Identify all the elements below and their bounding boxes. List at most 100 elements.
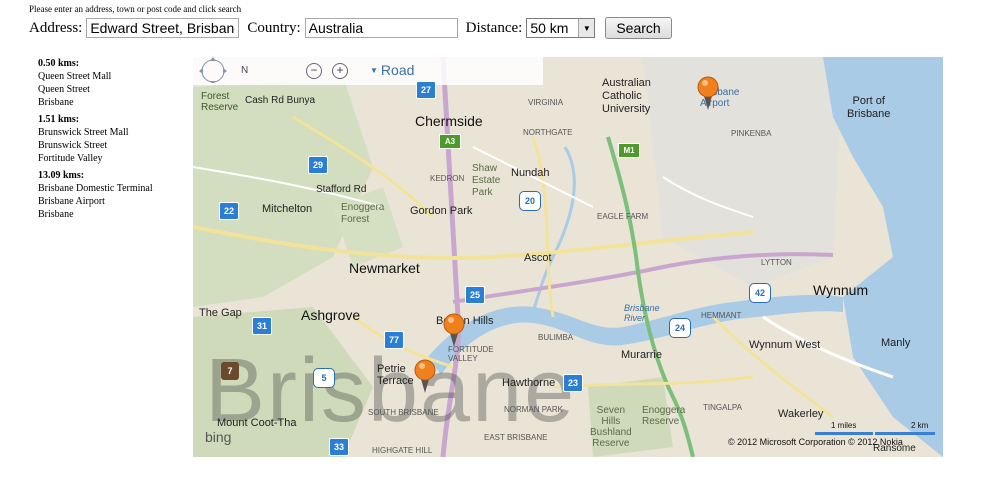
address-label: Address: [29, 19, 83, 36]
route-shield: 25 [465, 286, 485, 304]
map-label: EAST BRISBANE [484, 433, 548, 442]
map-label: TINGALPA [703, 403, 742, 412]
route-hex: 24 [669, 318, 691, 338]
map-label: LYTTON [761, 258, 792, 267]
zoom-out-button[interactable]: − [306, 63, 322, 79]
list-item: 13.09 kms: Brisbane Domestic Terminal Br… [38, 169, 188, 221]
route-shield: 22 [219, 202, 239, 220]
map-scale: 1 miles 2 km [815, 421, 935, 437]
triangle-down-icon: ▼ [370, 66, 378, 75]
map-label: NORTHGATE [523, 128, 573, 137]
list-item: 0.50 kms: Queen Street Mall Queen Street… [38, 57, 188, 109]
map-label: Seven Hills Bushland Reserve [590, 405, 632, 449]
result-line: Brunswick Street [38, 140, 108, 151]
distance-select[interactable]: 50 km ▼ [526, 18, 596, 38]
map-label: Cash Rd Bunya [245, 95, 316, 106]
route-shield: 29 [308, 156, 328, 174]
map-copyright: © 2012 Microsoft Corporation © 2012 Noki… [728, 437, 903, 447]
result-line: Queen Street Mall [38, 71, 112, 82]
map-label: Ascot [524, 252, 552, 264]
scale-miles-label: 1 miles [831, 421, 857, 430]
instructions-text: Please enter an address, town or post co… [29, 4, 242, 14]
map-label: Shaw Estate Park [472, 163, 501, 198]
map-label: Wynnum [813, 282, 869, 298]
compass-icon[interactable] [193, 57, 233, 83]
motorway-badge: A3 [439, 134, 461, 149]
map-label: Newmarket [349, 260, 420, 276]
map-label: Mount Coot-Tha [217, 417, 297, 429]
address-input[interactable] [86, 18, 240, 38]
route-shield: 23 [563, 374, 583, 392]
map-label: HEMMANT [701, 311, 742, 320]
result-line: Brisbane [38, 209, 74, 220]
route-hex: 42 [749, 283, 771, 303]
zoom-in-button[interactable]: + [332, 63, 348, 79]
map-label: Nundah [511, 167, 550, 179]
map-label: Stafford Rd [316, 184, 367, 195]
scale-bar-miles [815, 432, 873, 435]
route-shield: 31 [252, 317, 272, 335]
motorway-badge: M1 [618, 143, 640, 158]
result-distance: 0.50 kms: [38, 58, 80, 69]
scale-km-label: 2 km [911, 421, 929, 430]
result-line: Brisbane Domestic Terminal [38, 183, 153, 194]
search-form: Address: Country: Distance: 50 km ▼ Sear… [29, 15, 672, 41]
map-label: PINKENBA [731, 129, 772, 138]
compass-label: N [241, 65, 249, 76]
map-label: Wakerley [778, 408, 824, 420]
map-canvas[interactable]: N − + ▼ Road Brisbane Forest Reserve Cash… [193, 57, 943, 457]
location-pin-icon[interactable] [697, 76, 719, 110]
map-label: Enoggera Forest [341, 202, 385, 225]
route-hex: 5 [313, 368, 335, 388]
list-item: 1.51 kms: Brunswick Street Mall Brunswic… [38, 113, 188, 165]
map-label: Murarrie [621, 349, 662, 361]
map-label: VIRGINIA [528, 98, 564, 107]
map-label: Wynnum West [749, 339, 821, 351]
distance-label: Distance: [465, 19, 523, 36]
map-label: Chermside [415, 113, 483, 129]
map-label: Australian Catholic University [602, 77, 651, 115]
search-button[interactable]: Search [605, 17, 672, 39]
bing-logo: bing [205, 429, 232, 445]
map-label: The Gap [199, 307, 242, 319]
map-label: Gordon Park [410, 205, 473, 217]
result-line: Brisbane Airport [38, 196, 105, 207]
result-distance: 13.09 kms: [38, 170, 85, 181]
results-list: 0.50 kms: Queen Street Mall Queen Street… [38, 57, 188, 225]
chevron-down-icon[interactable]: ▼ [578, 19, 595, 37]
map-label: Enoggera Reserve [642, 405, 686, 427]
location-pin-icon[interactable] [443, 313, 465, 347]
map-label: Mitchelton [262, 203, 313, 215]
map-label: Petrie Terrace [377, 363, 414, 387]
location-pin-icon[interactable] [414, 359, 436, 393]
result-distance: 1.51 kms: [38, 114, 80, 125]
map-label: Manly [881, 337, 911, 349]
country-label: Country: [247, 19, 301, 36]
map-label: Port of Brisbane [847, 95, 891, 120]
map-label: Ashgrove [301, 307, 361, 323]
map-label: KEDRON [430, 174, 465, 183]
route-shield: 77 [384, 331, 404, 349]
map-label: Forest Reserve [201, 91, 239, 113]
map-label: Brisbane River [624, 303, 660, 323]
map-label: Hawthorne [502, 377, 556, 389]
result-line: Fortitude Valley [38, 153, 103, 164]
map-toolbar: N − + ▼ Road [193, 57, 543, 85]
result-line: Queen Street [38, 84, 90, 95]
park-badge: 7 [221, 362, 239, 380]
route-shield: 27 [416, 81, 436, 99]
result-line: Brisbane [38, 97, 74, 108]
map-style-select[interactable]: ▼ Road [370, 62, 414, 78]
map-label: BULIMBA [538, 333, 574, 342]
scale-bar-km [875, 432, 935, 435]
map-label: SOUTH BRISBANE [368, 408, 439, 417]
route-hex: 20 [519, 191, 541, 211]
map-label: EAGLE FARM [597, 212, 649, 221]
distance-select-value: 50 km [530, 20, 569, 36]
country-input[interactable] [304, 18, 458, 38]
result-line: Brunswick Street Mall [38, 127, 129, 138]
map-style-label: Road [380, 62, 415, 78]
map-label: NORMAN PARK [504, 405, 563, 414]
route-shield: 33 [329, 438, 349, 456]
map-label: FORTITUDE VALLEY [448, 345, 494, 363]
